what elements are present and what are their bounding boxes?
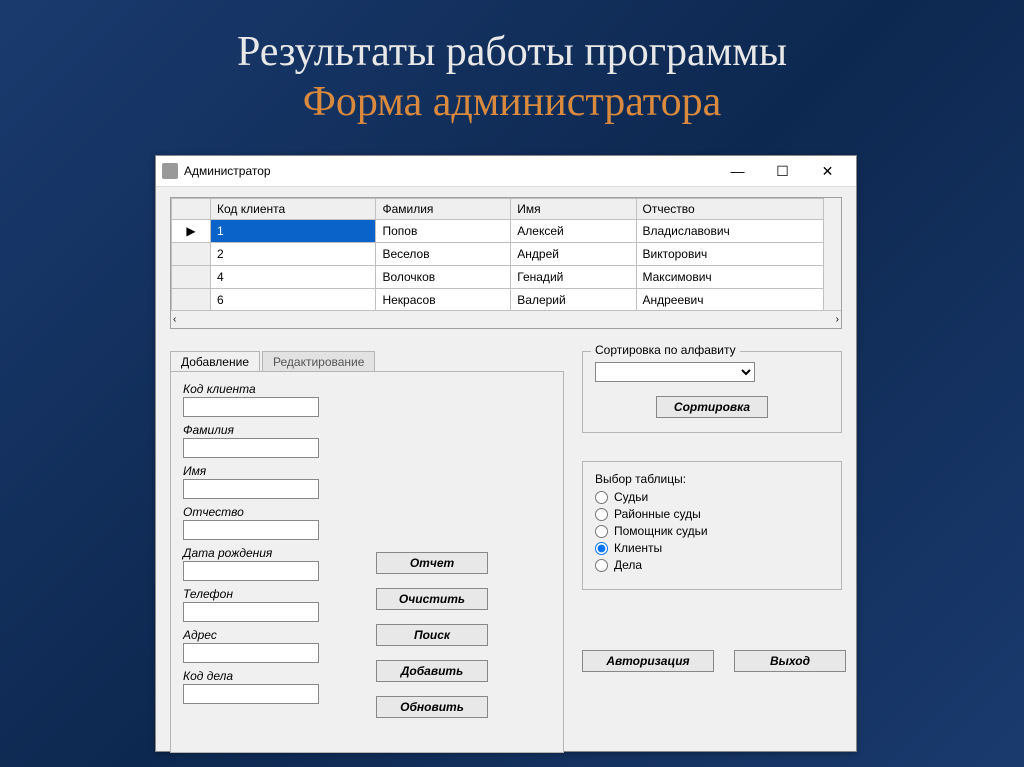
- clients-datagrid[interactable]: Код клиента Фамилия Имя Отчество ▶ 1 Поп…: [170, 197, 842, 329]
- label-address: Адрес: [183, 628, 551, 642]
- input-code[interactable]: [183, 397, 319, 417]
- col-code[interactable]: Код клиента: [211, 199, 376, 220]
- input-dob[interactable]: [183, 561, 319, 581]
- clear-button[interactable]: Очистить: [376, 588, 488, 610]
- slide-title: Результаты работы программы Форма админи…: [0, 0, 1024, 126]
- col-firstname[interactable]: Имя: [511, 199, 636, 220]
- input-case[interactable]: [183, 684, 319, 704]
- table-row[interactable]: 2 Веселов Андрей Викторович: [172, 243, 841, 266]
- radio-cases[interactable]: [595, 559, 608, 572]
- radio-district-courts[interactable]: [595, 508, 608, 521]
- grid-vertical-scrollbar[interactable]: [823, 198, 841, 311]
- input-midname[interactable]: [183, 520, 319, 540]
- tab-edit[interactable]: Редактирование: [262, 351, 375, 372]
- input-phone[interactable]: [183, 602, 319, 622]
- window-icon: [162, 163, 178, 179]
- label-firstname: Имя: [183, 464, 551, 478]
- table-row[interactable]: 6 Некрасов Валерий Андреевич: [172, 289, 841, 312]
- maximize-button[interactable]: ☐: [760, 156, 805, 186]
- grid-horizontal-scrollbar[interactable]: ‹›: [171, 310, 841, 328]
- radio-judges[interactable]: [595, 491, 608, 504]
- label-case: Код дела: [183, 669, 551, 683]
- sort-combo[interactable]: [595, 362, 755, 382]
- label-dob: Дата рождения: [183, 546, 551, 560]
- label-phone: Телефон: [183, 587, 551, 601]
- table-select-title: Выбор таблицы:: [595, 472, 829, 486]
- close-button[interactable]: ✕: [805, 156, 850, 186]
- add-tab-pane: Код клиента Фамилия Имя Отчество Дата ро…: [170, 371, 564, 753]
- input-address[interactable]: [183, 643, 319, 663]
- auth-button[interactable]: Авторизация: [582, 650, 714, 672]
- window-title: Администратор: [184, 164, 271, 178]
- sort-button[interactable]: Сортировка: [656, 396, 768, 418]
- search-button[interactable]: Поиск: [376, 624, 488, 646]
- table-row[interactable]: ▶ 1 Попов Алексей Владиславович: [172, 220, 841, 243]
- radio-judge-assistant[interactable]: [595, 525, 608, 538]
- label-code: Код клиента: [183, 382, 551, 396]
- window-titlebar: Администратор — ☐ ✕: [156, 156, 856, 187]
- slide-title-line2: Форма администратора: [0, 78, 1024, 126]
- label-midname: Отчество: [183, 505, 551, 519]
- add-button[interactable]: Добавить: [376, 660, 488, 682]
- table-row[interactable]: 4 Волочков Генадий Максимович: [172, 266, 841, 289]
- slide-title-line1: Результаты работы программы: [0, 28, 1024, 76]
- minimize-button[interactable]: —: [715, 156, 760, 186]
- col-midname[interactable]: Отчество: [636, 199, 841, 220]
- input-lastname[interactable]: [183, 438, 319, 458]
- tab-add[interactable]: Добавление: [170, 351, 260, 372]
- update-button[interactable]: Обновить: [376, 696, 488, 718]
- label-lastname: Фамилия: [183, 423, 551, 437]
- radio-clients[interactable]: [595, 542, 608, 555]
- input-firstname[interactable]: [183, 479, 319, 499]
- report-button[interactable]: Отчет: [376, 552, 488, 574]
- col-lastname[interactable]: Фамилия: [376, 199, 511, 220]
- sort-group: Сортировка по алфавиту Сортировка: [582, 351, 842, 433]
- sort-group-title: Сортировка по алфавиту: [591, 343, 740, 357]
- exit-button[interactable]: Выход: [734, 650, 846, 672]
- admin-window: Администратор — ☐ ✕ Код клиента Фамилия …: [155, 155, 857, 752]
- table-select-group: Выбор таблицы: Судьи Районные суды Помощ…: [582, 461, 842, 590]
